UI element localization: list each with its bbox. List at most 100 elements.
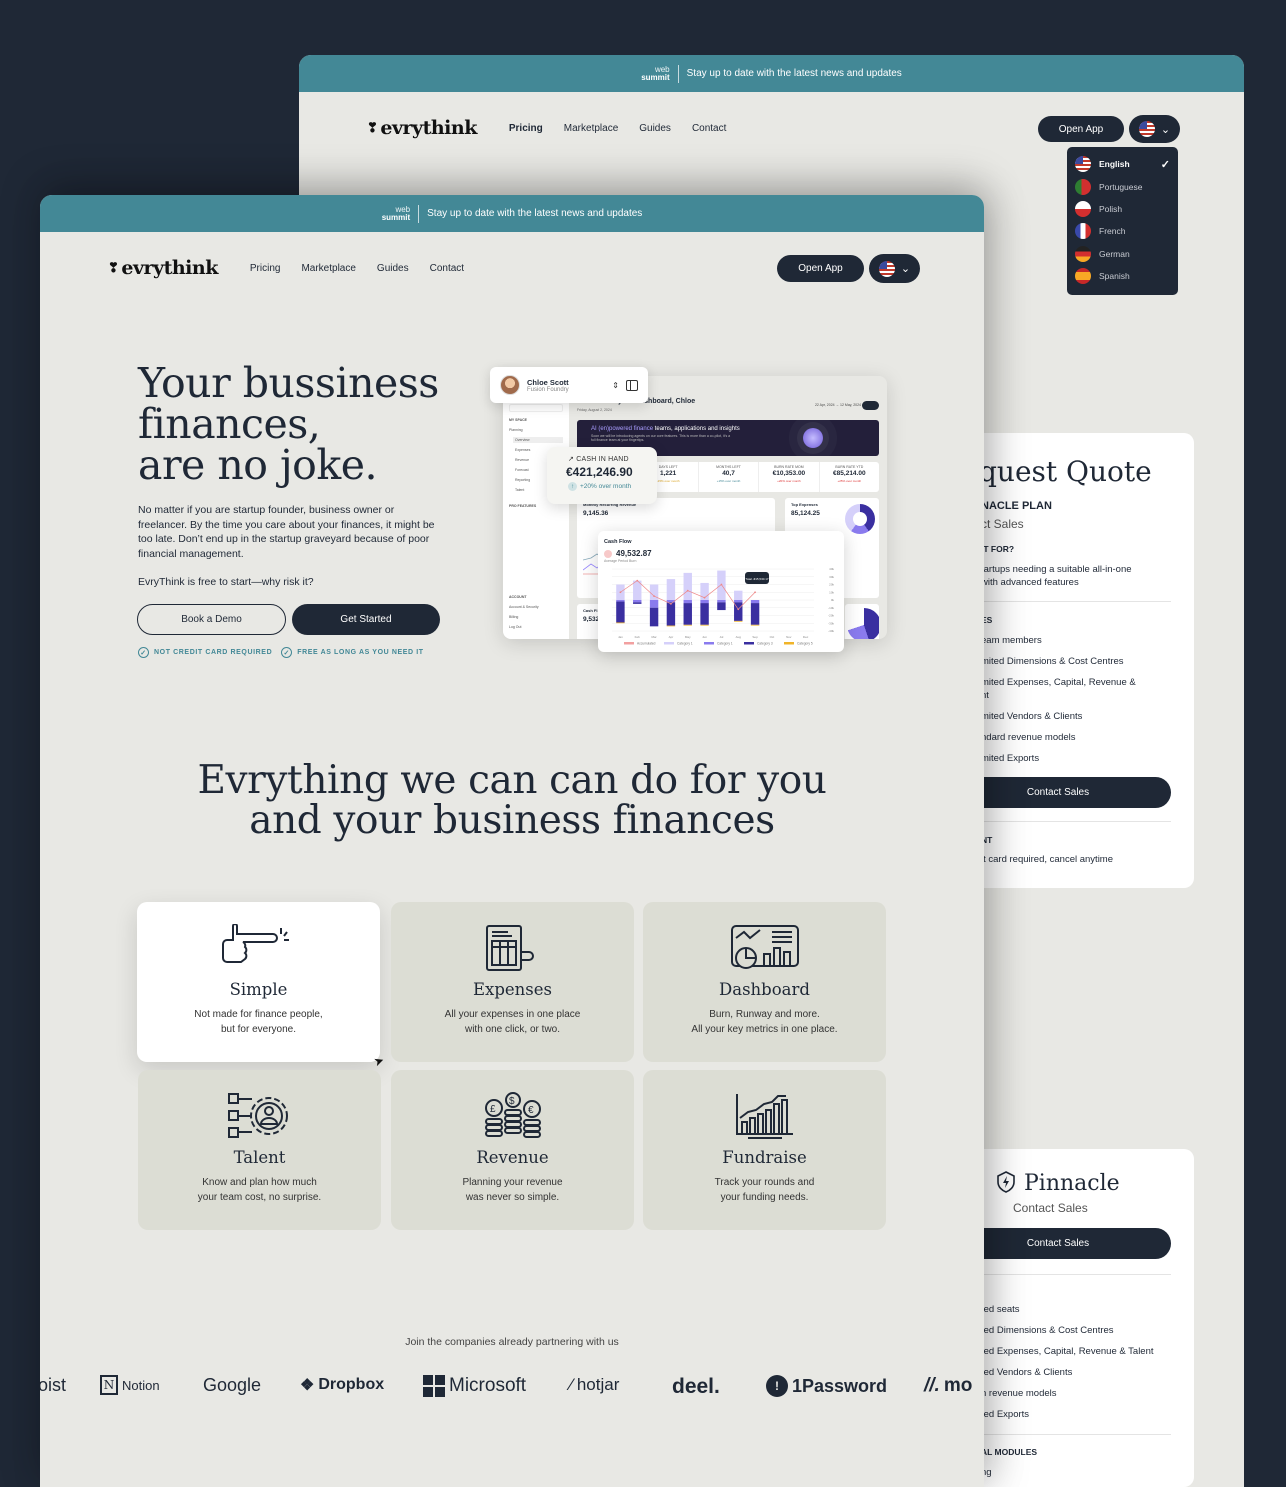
- sidebar-search: [509, 404, 563, 412]
- bar-category-2: [717, 600, 726, 603]
- nav-link-contact[interactable]: Contact: [430, 263, 464, 274]
- partner-logo-todoist: oist: [40, 1375, 67, 1395]
- bar-category-3: [717, 602, 726, 611]
- bar-category-2: [750, 600, 760, 604]
- feature-item: ted seats: [981, 1304, 1020, 1315]
- bar-category-5: [683, 624, 692, 626]
- who-is-it-for-heading: IT FOR?: [981, 544, 1015, 554]
- kpi-item: MONTHS LEFT 40,7 +15% over month: [697, 462, 758, 492]
- nav-link-marketplace[interactable]: Marketplace: [301, 263, 355, 274]
- logo[interactable]: ❣ evrythink: [367, 117, 477, 139]
- receipt-icon: [485, 925, 534, 971]
- avatar: [500, 375, 520, 395]
- feature-card-dashboard[interactable]: Dashboard Burn, Runway and more. All your…: [643, 902, 886, 1062]
- web-summit-logo: web summit: [381, 204, 411, 222]
- announcement-banner[interactable]: web summit Stay up to date with the late…: [40, 195, 984, 232]
- feature-item: mited Exports: [981, 753, 1040, 764]
- y-tick-label: -40k: [828, 629, 834, 633]
- cash-in-hand-card: ↗ CASH IN HAND €421,246.90 ↑ +20% over mo…: [547, 447, 657, 504]
- language-selector[interactable]: ⌄: [869, 254, 920, 283]
- x-tick-label: May: [685, 635, 691, 639]
- nav-link-marketplace[interactable]: Marketplace: [564, 123, 618, 134]
- announcement-banner[interactable]: web summit Stay up to date with the late…: [299, 55, 1244, 92]
- feature-card-talent[interactable]: Talent Know and plan how much your team c…: [138, 1070, 381, 1230]
- feature-item: mited Vendors & Clients: [981, 711, 1083, 722]
- feature-card-fundraise[interactable]: Fundraise Track your rounds and your fund…: [643, 1070, 886, 1230]
- open-app-button[interactable]: Open App: [1038, 116, 1124, 142]
- 1password-icon: !: [766, 1375, 788, 1397]
- dashboard-icon: [730, 925, 799, 969]
- check-circle-icon: ✓: [138, 647, 149, 658]
- y-tick-label: 10k: [829, 590, 834, 594]
- feature-card-expenses[interactable]: Expenses All your expenses in one place w…: [391, 902, 634, 1062]
- banner-text: Stay up to date with the latest news and…: [427, 208, 643, 219]
- monday-icon: //.: [924, 1375, 940, 1396]
- nav-link-pricing[interactable]: Pricing: [509, 123, 543, 134]
- expenses-donut: [845, 504, 875, 534]
- nav-link-contact[interactable]: Contact: [692, 123, 726, 134]
- us-flag-icon: [1075, 156, 1091, 173]
- feature-card-revenue[interactable]: £ $ € Revenue Planning your revenue was nev…: [391, 1070, 634, 1230]
- nav-links: Pricing Marketplace Guides Contact: [509, 123, 727, 134]
- language-option-german[interactable]: German: [1075, 243, 1170, 265]
- bar-category-5: [734, 620, 743, 622]
- arrow-up-icon: ↑: [568, 482, 577, 491]
- x-tick-label: Jan: [618, 635, 623, 639]
- us-flag-icon: [1138, 121, 1155, 137]
- language-option-french[interactable]: French: [1075, 220, 1170, 242]
- france-flag-icon: [1075, 223, 1091, 240]
- feature-card-simple[interactable]: Simple Not made for finance people, but f…: [137, 902, 380, 1062]
- x-tick-label: Apr: [669, 635, 674, 639]
- y-tick-label: -10k: [828, 606, 834, 610]
- spain-flag-icon: [1075, 268, 1091, 285]
- book-demo-button[interactable]: Book a Demo: [137, 604, 286, 635]
- plan-price: Contact Sales: [1013, 1201, 1088, 1215]
- language-option-english[interactable]: English ✓: [1075, 153, 1170, 175]
- feature-item: mited Expenses, Capital, Revenue &: [981, 677, 1136, 688]
- coins-icon: £ $ €: [484, 1092, 541, 1138]
- partner-logo-dropbox: ❖ Dropbox: [300, 1376, 385, 1394]
- x-tick-label: Feb: [635, 635, 641, 639]
- check-circle-icon: ✓: [281, 647, 293, 658]
- pricing-card-title: quest Quote: [979, 455, 1152, 488]
- partner-logo-hotjar: ⁄ hotjar: [570, 1375, 620, 1394]
- get-started-button[interactable]: Get Started: [292, 604, 440, 635]
- hotjar-icon: ⁄: [570, 1375, 573, 1394]
- language-option-portuguese[interactable]: Portuguese: [1075, 175, 1170, 197]
- bar-category-3: [616, 601, 625, 623]
- nav-link-guides[interactable]: Guides: [377, 263, 409, 274]
- language-selector[interactable]: ⌄: [1129, 115, 1180, 143]
- bar-category-2: [734, 600, 743, 603]
- language-option-polish[interactable]: Polish: [1075, 198, 1170, 220]
- divider: [981, 601, 1171, 602]
- feature-item: eam members: [981, 635, 1042, 646]
- user-switcher[interactable]: Chloe Scott Fusion Foundry ⇕: [490, 367, 648, 403]
- nav-link-pricing[interactable]: Pricing: [250, 263, 281, 274]
- x-tick-label: Sep: [752, 635, 758, 639]
- open-app-button[interactable]: Open App: [777, 255, 864, 282]
- nav-link-guides[interactable]: Guides: [639, 123, 671, 134]
- cash-in-hand-value: €421,246.90: [566, 465, 633, 479]
- bar-category-5: [616, 622, 625, 624]
- language-option-spanish[interactable]: Spanish: [1075, 265, 1170, 287]
- kpi-item: BURN RATE MOM €10,353.00 +20% over month: [758, 462, 818, 492]
- growth-chart-icon: [735, 1094, 793, 1139]
- pie-card: [845, 604, 879, 639]
- x-tick-label: Oct: [770, 635, 775, 639]
- sidebar-toggle-icon[interactable]: [626, 379, 638, 391]
- who-is-it-for-text: tartups needing a suitable all-in-one: [981, 564, 1132, 575]
- web-summit-logo: web summit: [641, 64, 670, 82]
- front-window: web summit Stay up to date with the late…: [40, 195, 984, 1487]
- portugal-flag-icon: [1075, 178, 1091, 195]
- bar-category-2: [633, 600, 642, 603]
- logo[interactable]: ❣ evrythink: [108, 257, 218, 279]
- notion-icon: N: [100, 1375, 118, 1395]
- bar-category-2: [683, 600, 692, 604]
- legend-swatch: [704, 642, 714, 645]
- chart-tooltip-text: Total -€15,530.17: [745, 577, 769, 581]
- legend-swatch: [664, 642, 674, 645]
- bar-category-2: [616, 600, 625, 602]
- hero-title: Your bussiness finances, are no joke.: [138, 359, 439, 489]
- legend-label: Category 3: [757, 642, 773, 646]
- partner-logo-microsoft: Microsoft: [423, 1375, 526, 1397]
